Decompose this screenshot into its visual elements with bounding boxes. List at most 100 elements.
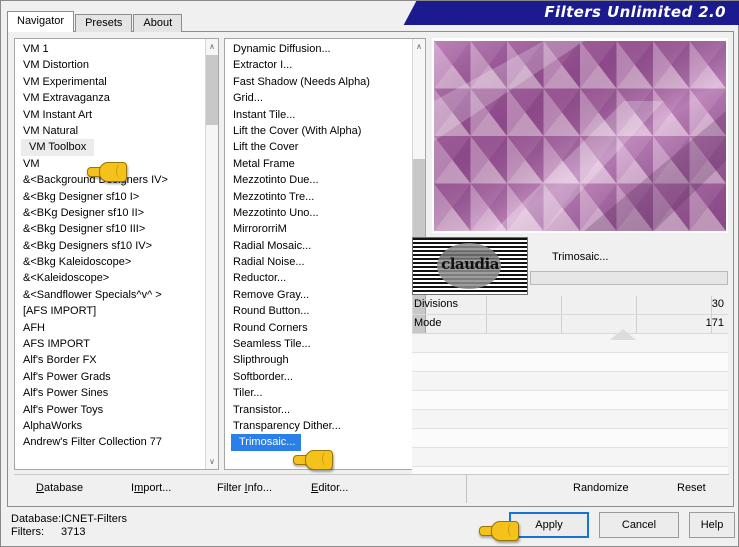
- filter-item-label: Trimosaic...: [231, 434, 302, 451]
- category-item[interactable]: &<Bkg Designers sf10 IV>: [15, 238, 205, 254]
- tab-bar: Navigator Presets About: [7, 11, 183, 32]
- filter-item[interactable]: Transistor...: [225, 402, 412, 418]
- tab-presets[interactable]: Presets: [75, 14, 133, 32]
- apply-button[interactable]: Apply: [509, 512, 589, 538]
- filter-item[interactable]: Round Corners: [225, 320, 412, 336]
- parameter-label: Mode: [414, 317, 442, 329]
- filter-item[interactable]: Radial Noise...: [225, 254, 412, 270]
- preview-area[interactable]: [432, 38, 728, 233]
- filter-item[interactable]: Mezzotinto Uno...: [225, 205, 412, 221]
- slider-marker[interactable]: [610, 329, 636, 340]
- filter-item[interactable]: Remove Gray...: [225, 287, 412, 303]
- scroll-down-icon[interactable]: ∨: [206, 454, 218, 469]
- filter-item[interactable]: Lift the Cover (With Alpha): [225, 123, 412, 139]
- link-import[interactable]: Import...: [131, 482, 171, 494]
- category-item-label: VM Toolbox: [21, 139, 95, 156]
- filter-item[interactable]: Trimosaic...: [225, 434, 412, 451]
- category-item[interactable]: AlphaWorks: [15, 418, 205, 434]
- filter-item[interactable]: Round Button...: [225, 303, 412, 319]
- filter-item[interactable]: Mezzotinto Tre...: [225, 189, 412, 205]
- tab-about[interactable]: About: [133, 14, 183, 32]
- link-database[interactable]: Database: [36, 482, 83, 494]
- filter-item[interactable]: Transparency Dither...: [225, 418, 412, 434]
- category-item[interactable]: VM Toolbox: [15, 139, 205, 156]
- parameter-label: Divisions: [414, 298, 459, 310]
- filter-item[interactable]: MirrororriM: [225, 221, 412, 237]
- link-bar-divider: [466, 475, 467, 503]
- cancel-button[interactable]: Cancel: [599, 512, 679, 538]
- category-item[interactable]: VM Extravaganza: [15, 90, 205, 106]
- filter-item[interactable]: Lift the Cover: [225, 139, 412, 155]
- filter-item[interactable]: Fast Shadow (Needs Alpha): [225, 74, 412, 90]
- title-banner: Filters Unlimited 2.0: [434, 1, 739, 25]
- category-item[interactable]: VM Distortion: [15, 57, 205, 73]
- filter-item[interactable]: Grid...: [225, 90, 412, 106]
- category-item[interactable]: &<Bkg Designer sf10 I>: [15, 189, 205, 205]
- parameter-row-empty: [412, 334, 728, 353]
- category-item[interactable]: &<BKg Designer sf10 II>: [15, 205, 205, 221]
- status-bar: Database:ICNET-Filters Filters: 3713: [11, 513, 127, 539]
- link-filter-info[interactable]: Filter Info...: [217, 482, 272, 494]
- action-link-bar: Database Import... Filter Info... Editor…: [14, 474, 729, 503]
- parameter-row[interactable]: Divisions 30: [412, 296, 728, 315]
- filter-item[interactable]: Metal Frame: [225, 156, 412, 172]
- category-item[interactable]: &<Sandflower Specials^v^ >: [15, 287, 205, 303]
- status-database-row: Database:ICNET-Filters: [11, 513, 127, 526]
- filter-item[interactable]: Instant Tile...: [225, 107, 412, 123]
- scroll-up-icon[interactable]: ∧: [413, 39, 425, 54]
- selected-filter-name: Trimosaic...: [552, 251, 609, 263]
- parameter-row-empty: [412, 353, 728, 372]
- parameter-value: 171: [705, 317, 724, 329]
- category-item[interactable]: AFH: [15, 320, 205, 336]
- link-editor[interactable]: Editor...: [311, 482, 348, 494]
- parameter-row-empty: [412, 410, 728, 429]
- category-item[interactable]: Alf's Power Grads: [15, 369, 205, 385]
- category-item[interactable]: Alf's Power Toys: [15, 402, 205, 418]
- filter-item[interactable]: Slipthrough: [225, 352, 412, 368]
- content-frame: VM 1 VM Distortion VM Experimental VM Extra…: [7, 31, 734, 507]
- filter-item[interactable]: Reductor...: [225, 270, 412, 286]
- category-item[interactable]: &<Bkg Kaleidoscope>: [15, 254, 205, 270]
- link-reset[interactable]: Reset: [677, 482, 706, 494]
- category-scrollbar[interactable]: ∧ ∨: [205, 39, 218, 469]
- filter-item[interactable]: Extractor I...: [225, 57, 412, 73]
- category-item[interactable]: VM Instant Art: [15, 107, 205, 123]
- category-item[interactable]: &<Background Designers IV>: [15, 172, 205, 188]
- filter-name-bar: [530, 271, 728, 285]
- category-item[interactable]: &<Kaleidoscope>: [15, 270, 205, 286]
- preview-panel: claudia Trimosaic... Divisions 30 Mode 171: [412, 38, 728, 486]
- filter-list[interactable]: Dynamic Diffusion... Extractor I... Fast S…: [224, 38, 426, 470]
- category-item[interactable]: VM Natural: [15, 123, 205, 139]
- category-item[interactable]: VM 1: [15, 41, 205, 57]
- status-filters-value: 3713: [61, 526, 86, 538]
- scrollbar-thumb[interactable]: [206, 55, 218, 125]
- parameter-list: Divisions 30 Mode 171: [412, 296, 728, 486]
- category-item[interactable]: AFS IMPORT: [15, 336, 205, 352]
- category-item[interactable]: VM Experimental: [15, 74, 205, 90]
- preview-image: [434, 41, 726, 231]
- filter-item[interactable]: Tiler...: [225, 385, 412, 401]
- category-item[interactable]: Alf's Power Sines: [15, 385, 205, 401]
- category-item[interactable]: VM: [15, 156, 205, 172]
- link-randomize[interactable]: Randomize: [573, 482, 629, 494]
- parameter-row-empty: [412, 429, 728, 448]
- status-database-label: Database:: [11, 513, 62, 525]
- parameter-row[interactable]: Mode 171: [412, 315, 728, 340]
- category-item[interactable]: [AFS IMPORT]: [15, 303, 205, 319]
- filter-item[interactable]: Radial Mosaic...: [225, 238, 412, 254]
- tab-navigator[interactable]: Navigator: [7, 11, 75, 32]
- category-item[interactable]: &<Bkg Designer sf10 III>: [15, 221, 205, 237]
- filter-thumbnail: claudia: [412, 237, 528, 295]
- filter-item[interactable]: Mezzotinto Due...: [225, 172, 412, 188]
- category-item[interactable]: Alf's Border FX: [15, 352, 205, 368]
- scroll-up-icon[interactable]: ∧: [206, 39, 218, 54]
- filters-unlimited-window: Filters Unlimited 2.0 Navigator Presets …: [0, 0, 739, 547]
- parameter-ticks: [412, 296, 728, 314]
- help-button[interactable]: Help: [689, 512, 735, 538]
- filter-item[interactable]: Seamless Tile...: [225, 336, 412, 352]
- category-list[interactable]: VM 1 VM Distortion VM Experimental VM Extra…: [14, 38, 219, 470]
- category-item[interactable]: Andrew's Filter Collection 77: [15, 434, 205, 450]
- filter-item[interactable]: Dynamic Diffusion...: [225, 41, 412, 57]
- filter-item[interactable]: Softborder...: [225, 369, 412, 385]
- parameter-row-empty: [412, 372, 728, 391]
